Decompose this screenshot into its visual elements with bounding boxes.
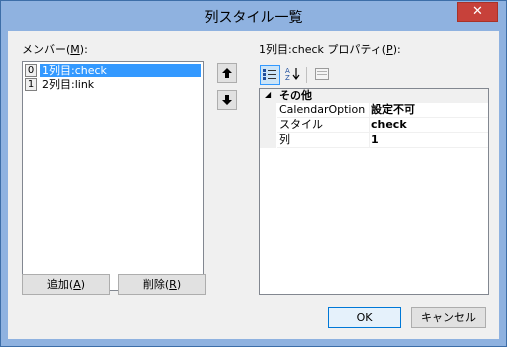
dialog-window: 列スタイル一覧 ✕ メンバー(M): 0 1列目:check 1 2列目:lin…: [0, 0, 507, 347]
member-index: 0: [25, 64, 37, 77]
member-name: 1列目:check: [40, 64, 201, 77]
alphabetical-icon: A Z: [285, 67, 300, 82]
dialog-client-area: メンバー(M): 0 1列目:check 1 2列目:link 追加(A) 削除…: [8, 31, 499, 339]
property-name: 列: [277, 133, 370, 148]
property-value[interactable]: 設定不可: [369, 103, 488, 118]
title-bar[interactable]: 列スタイル一覧 ✕: [1, 1, 506, 31]
members-label: メンバー(M):: [22, 43, 88, 56]
member-name: 2列目:link: [42, 78, 95, 91]
row-gutter: [260, 118, 276, 133]
arrow-down-icon: [222, 95, 232, 105]
category-row[interactable]: ◢ その他: [260, 89, 488, 103]
ok-button[interactable]: OK: [328, 307, 401, 328]
property-row[interactable]: 列 1: [260, 133, 488, 148]
move-down-button[interactable]: [217, 90, 237, 110]
row-gutter: [260, 133, 276, 148]
add-button[interactable]: 追加(A): [22, 274, 110, 295]
svg-text:Z: Z: [285, 74, 290, 81]
arrow-up-icon: [222, 68, 232, 78]
property-value[interactable]: 1: [369, 133, 488, 148]
cancel-button[interactable]: キャンセル: [411, 307, 486, 328]
property-pages-icon: [315, 68, 329, 80]
list-item[interactable]: 0 1列目:check: [25, 64, 201, 78]
property-row[interactable]: スタイル check: [260, 118, 488, 133]
move-up-button[interactable]: [217, 63, 237, 83]
category-name: その他: [279, 89, 312, 102]
categorized-icon: [263, 69, 276, 80]
property-value[interactable]: check: [369, 118, 488, 133]
members-listbox[interactable]: 0 1列目:check 1 2列目:link: [22, 61, 204, 291]
categorized-button[interactable]: [260, 65, 280, 85]
property-name: スタイル: [277, 118, 370, 133]
member-index: 1: [25, 78, 37, 91]
property-grid[interactable]: ◢ その他 CalendarOption 設定不可 スタイル check 列 1: [259, 88, 489, 295]
property-name: CalendarOption: [277, 103, 370, 118]
remove-button[interactable]: 削除(R): [118, 274, 206, 295]
list-item[interactable]: 1 2列目:link: [25, 78, 201, 92]
window-title: 列スタイル一覧: [204, 10, 303, 26]
close-button[interactable]: ✕: [457, 2, 498, 22]
property-row[interactable]: CalendarOption 設定不可: [260, 103, 488, 118]
row-gutter: [260, 103, 276, 118]
collapse-icon[interactable]: ◢: [265, 90, 271, 99]
alphabetical-button[interactable]: A Z: [283, 65, 303, 85]
toolbar-separator: [306, 67, 307, 83]
properties-label: 1列目:check プロパティ(P):: [259, 43, 401, 56]
property-pages-button[interactable]: [312, 65, 332, 85]
